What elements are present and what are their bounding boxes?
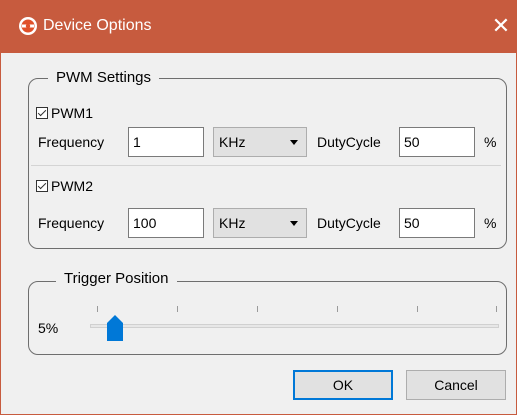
pwm-divider	[31, 165, 501, 166]
trigger-value-label: 5%	[38, 320, 59, 336]
cancel-button[interactable]: Cancel	[406, 370, 506, 400]
slider-tick	[177, 306, 178, 312]
slider-tick	[97, 306, 98, 312]
pwm2-percent-label: %	[484, 215, 497, 231]
pwm2-check-icon[interactable]	[36, 180, 48, 192]
pwm2-duty-label: DutyCycle	[317, 215, 381, 231]
trigger-position-group	[28, 281, 507, 355]
window-title: Device Options	[43, 17, 152, 34]
pwm1-unit-value: KHz	[219, 134, 246, 150]
slider-tick	[337, 306, 338, 312]
chevron-down-icon	[290, 140, 298, 145]
pwm2-frequency-label: Frequency	[38, 215, 105, 231]
pwm2-label: PWM2	[51, 178, 93, 194]
pwm1-checkbox[interactable]: PWM1	[36, 105, 93, 121]
pwm2-checkbox[interactable]: PWM2	[36, 178, 93, 194]
trigger-position-title: Trigger Position	[56, 270, 177, 287]
title-bar: Device Options ✕	[1, 1, 516, 53]
chevron-down-icon	[290, 221, 298, 226]
pwm2-duty-input[interactable]	[399, 208, 475, 238]
pwm2-unit-value: KHz	[219, 215, 246, 231]
device-logo-icon	[18, 16, 38, 36]
pwm1-percent-label: %	[484, 134, 497, 150]
pwm1-check-icon[interactable]	[36, 107, 48, 119]
pwm1-duty-input[interactable]	[399, 127, 475, 157]
trigger-slider-thumb[interactable]	[106, 314, 124, 342]
pwm-settings-title: PWM Settings	[48, 69, 160, 86]
ok-button[interactable]: OK	[293, 370, 393, 400]
slider-tick	[496, 306, 497, 312]
slider-tick	[417, 306, 418, 312]
close-icon[interactable]: ✕	[488, 12, 514, 40]
trigger-slider-track[interactable]	[90, 324, 499, 328]
slider-tick	[257, 306, 258, 312]
pwm1-duty-label: DutyCycle	[317, 134, 381, 150]
pwm1-frequency-label: Frequency	[38, 134, 105, 150]
pwm2-frequency-input[interactable]	[128, 208, 204, 238]
pwm1-label: PWM1	[51, 105, 93, 121]
pwm2-unit-select[interactable]: KHz	[213, 208, 307, 238]
pwm1-unit-select[interactable]: KHz	[213, 127, 307, 157]
device-options-dialog: Device Options ✕ PWM Settings PWM1 Frequ…	[0, 0, 517, 415]
pwm1-frequency-input[interactable]	[128, 127, 204, 157]
